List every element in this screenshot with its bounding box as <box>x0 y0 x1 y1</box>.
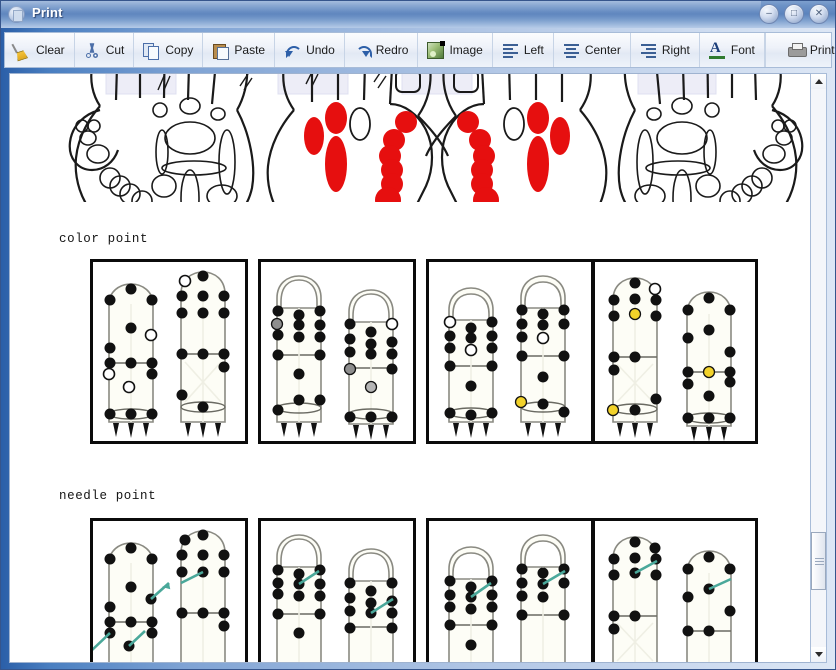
font-button[interactable]: Font <box>700 33 765 67</box>
font-label: Font <box>730 43 755 57</box>
paste-label: Paste <box>234 43 266 57</box>
printer-icon <box>787 42 807 59</box>
finger-chart-needles <box>608 536 736 662</box>
scissors-icon <box>84 42 101 59</box>
window-titlebar[interactable]: Print – □ ✕ <box>1 1 835 28</box>
print-window: Print – □ ✕ Clear Cut Copy Paste Undo Re… <box>0 0 836 670</box>
clipboard-icon <box>212 42 230 60</box>
window-title: Print <box>32 5 63 20</box>
hand-reflexology-strip <box>68 74 804 202</box>
finger-chart-needles <box>444 534 570 662</box>
color-point-panel-4[interactable] <box>592 259 758 444</box>
window-bottom-edge <box>4 662 832 666</box>
paste-button[interactable]: Paste <box>203 33 276 67</box>
undo-button[interactable]: Undo <box>275 33 345 67</box>
align-left-button[interactable]: Left <box>493 33 554 67</box>
print-label: Print <box>809 43 835 57</box>
align-center-button[interactable]: Center <box>554 33 631 67</box>
minimize-button[interactable]: – <box>759 4 779 24</box>
needle-point-label: needle point <box>59 489 157 503</box>
color-point-panel-3[interactable] <box>426 259 594 444</box>
undo-arrow-icon <box>284 42 303 59</box>
maximize-button[interactable]: □ <box>784 4 804 24</box>
color-point-label: color point <box>59 232 149 246</box>
color-point-panel-1[interactable] <box>90 259 248 444</box>
redo-label: Redro <box>375 43 409 57</box>
clear-button[interactable]: Clear <box>5 33 75 67</box>
minimize-glyph: – <box>766 8 772 19</box>
print-button[interactable]: Print <box>766 33 836 67</box>
needle-point-panel-1[interactable] <box>90 518 248 662</box>
copy-icon <box>143 42 160 60</box>
close-glyph: ✕ <box>814 8 824 19</box>
clear-label: Clear <box>36 43 65 57</box>
undo-label: Undo <box>306 43 335 57</box>
copy-button[interactable]: Copy <box>134 33 204 67</box>
image-label: Image <box>449 43 483 57</box>
picture-icon <box>427 40 446 59</box>
align-right-button[interactable]: Right <box>631 33 700 67</box>
needle-point-panel-row <box>10 518 813 662</box>
document-canvas[interactable]: color point needle point <box>9 73 814 663</box>
finger-chart-needles <box>90 529 230 662</box>
finger-chart <box>270 275 399 440</box>
copy-label: Copy <box>165 43 194 57</box>
image-button[interactable]: Image <box>418 33 493 67</box>
align-left-label: Left <box>523 43 544 57</box>
scroll-up-button[interactable] <box>811 74 826 89</box>
needle-point-panel-4[interactable] <box>592 518 758 662</box>
broom-icon <box>14 42 31 59</box>
align-center-icon <box>563 42 580 59</box>
vertical-scrollbar[interactable] <box>810 73 827 663</box>
cut-label: Cut <box>105 43 125 57</box>
align-right-label: Right <box>661 43 690 57</box>
maximize-glyph: □ <box>790 8 798 19</box>
document-page: color point needle point <box>10 74 813 662</box>
redo-arrow-icon <box>354 42 371 59</box>
finger-chart-needles <box>272 534 398 662</box>
redo-button[interactable]: Redro <box>345 33 419 67</box>
color-point-panel-2[interactable] <box>258 259 416 444</box>
finger-chart <box>102 270 230 438</box>
finger-chart <box>606 277 736 442</box>
align-center-label: Center <box>584 43 621 57</box>
align-left-icon <box>502 42 519 59</box>
cut-button[interactable]: Cut <box>75 33 135 67</box>
scroll-down-button[interactable] <box>811 647 826 662</box>
color-point-panel-row <box>10 259 813 447</box>
close-button[interactable]: ✕ <box>809 4 829 24</box>
scrollbar-thumb[interactable] <box>811 532 826 590</box>
needle-point-panel-2[interactable] <box>258 518 416 662</box>
align-right-icon <box>640 42 657 59</box>
finger-chart <box>443 275 570 438</box>
font-a-icon <box>708 40 726 59</box>
document-icon <box>8 6 25 23</box>
main-toolbar: Clear Cut Copy Paste Undo Redro Image Le… <box>4 32 835 68</box>
needle-point-panel-3[interactable] <box>426 518 594 662</box>
